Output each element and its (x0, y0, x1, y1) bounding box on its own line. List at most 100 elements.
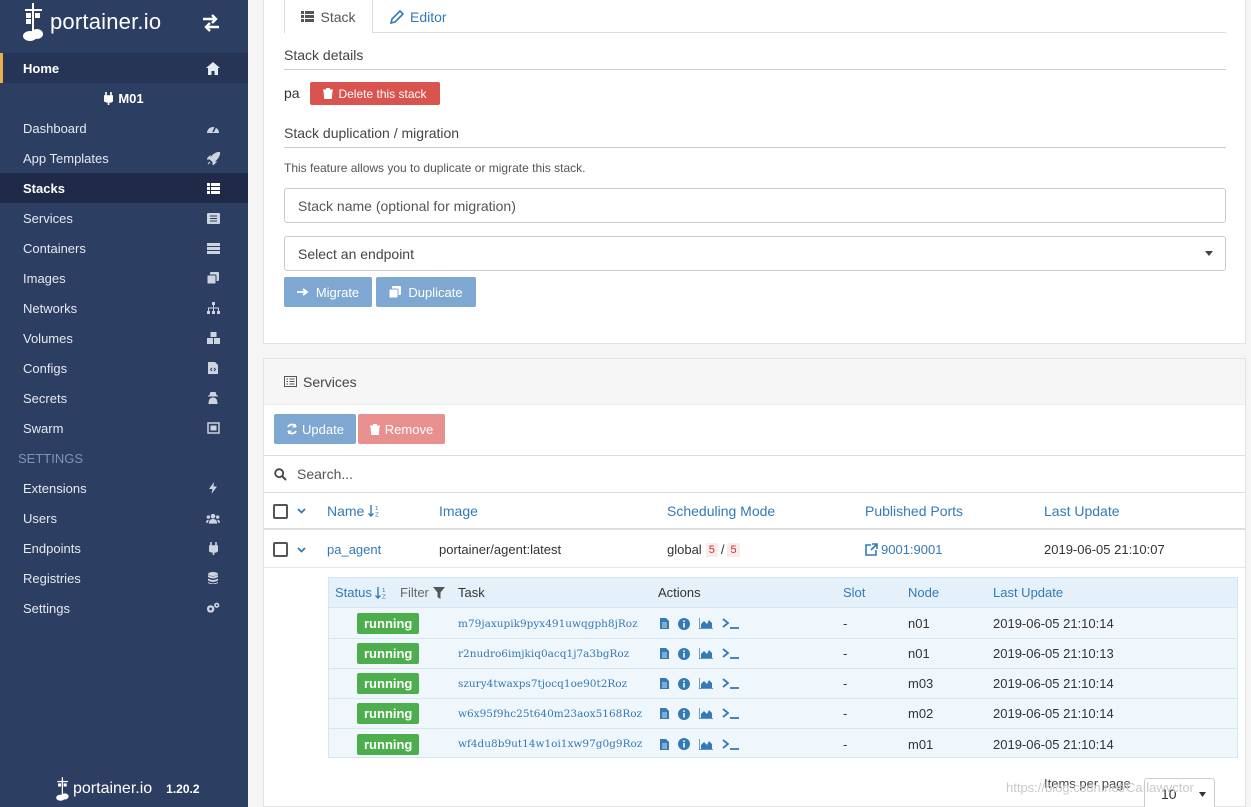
svg-text:1: 1 (382, 588, 386, 594)
sidebar-item-containers[interactable]: Containers (0, 233, 248, 263)
task-node: m01 (908, 736, 934, 752)
info-circle-icon[interactable] (678, 707, 690, 720)
stack-details-title: Stack details (284, 47, 1226, 70)
sidebar-item-secrets[interactable]: Secrets (0, 383, 248, 413)
stack-panel: Stack Editor Stack details pa Delete thi… (263, 0, 1246, 344)
file-text-icon[interactable] (660, 738, 669, 750)
tachometer-icon (206, 121, 220, 135)
sidebar-item-configs[interactable]: Configs (0, 353, 248, 383)
column-slot[interactable]: Slot (843, 578, 865, 607)
duplicate-button[interactable]: Duplicate (376, 277, 476, 307)
status-badge: running (357, 613, 420, 634)
terminal-icon[interactable] (722, 738, 740, 750)
clone-icon (389, 286, 402, 298)
logo-text: portainer.io (50, 9, 162, 34)
update-button[interactable]: Update (274, 414, 356, 444)
search-bar[interactable]: Search... (264, 455, 1245, 493)
users-icon (206, 511, 220, 525)
sidebar-item-volumes[interactable]: Volumes (0, 323, 248, 353)
tab-editor[interactable]: Editor (390, 0, 447, 34)
list-alt-icon (284, 376, 297, 387)
sidebar-item-settings[interactable]: Settings (0, 593, 248, 623)
expand-row-chevron-icon[interactable] (297, 532, 306, 567)
database-icon (206, 571, 220, 585)
exchange-icon[interactable] (201, 14, 221, 32)
column-scheduling-mode[interactable]: Scheduling Mode (667, 494, 775, 528)
sidebar-item-images[interactable]: Images (0, 263, 248, 293)
column-task-last-update[interactable]: Last Update (993, 578, 1063, 607)
service-name-link[interactable]: pa_agent (327, 532, 381, 567)
task-node: m03 (908, 676, 934, 691)
info-circle-icon[interactable] (678, 647, 690, 660)
file-text-icon[interactable] (660, 708, 669, 719)
terminal-icon[interactable] (722, 648, 740, 659)
file-text-icon[interactable] (660, 678, 669, 689)
select-all-checkbox[interactable] (273, 503, 288, 519)
published-port-link[interactable]: 9001:9001 (865, 532, 942, 567)
terminal-icon[interactable] (722, 678, 740, 689)
column-last-update[interactable]: Last Update (1044, 494, 1120, 528)
sidebar-item-dashboard[interactable]: Dashboard (0, 113, 248, 143)
sidebar-item-stacks[interactable]: Stacks (0, 173, 248, 203)
area-chart-icon[interactable] (699, 648, 713, 659)
stack-name-input[interactable]: Stack name (optional for migration) (284, 188, 1226, 223)
expand-all-chevron-icon[interactable] (297, 494, 306, 528)
status-filter[interactable]: Filter (400, 578, 445, 607)
task-id-link[interactable]: w6x95f9hc25t640m23aox5168Roz (458, 699, 642, 728)
file-text-icon[interactable] (660, 618, 669, 629)
column-published-ports[interactable]: Published Ports (865, 494, 963, 528)
sidebar-item-endpoints[interactable]: Endpoints (0, 533, 248, 563)
stack-duplication-title: Stack duplication / migration (284, 125, 1226, 148)
task-row: running wf4du8b9ut14w1oi1xw97g0g9Roz - m… (329, 729, 1237, 759)
brand-logo[interactable]: portainer.io (22, 0, 161, 44)
sidebar-item-swarm[interactable]: Swarm (0, 413, 248, 443)
tab-stack[interactable]: Stack (284, 0, 373, 34)
task-id-link[interactable]: r2nudro6imjkiq0acq1j7a3bgRoz (458, 639, 629, 668)
terminal-icon[interactable] (722, 618, 740, 629)
task-id-link[interactable]: m79jaxupik9pyx491uwqgph8jRoz (458, 609, 638, 638)
search-input[interactable]: Search... (297, 466, 353, 482)
remove-button[interactable]: Remove (358, 414, 445, 444)
info-circle-icon[interactable] (678, 738, 690, 750)
file-text-icon[interactable] (660, 648, 669, 659)
info-circle-icon[interactable] (678, 617, 690, 630)
task-id-link[interactable]: szury4twaxps7tjocq1oe90t2Roz (458, 669, 627, 698)
sidebar-item-networks[interactable]: Networks (0, 293, 248, 323)
column-name[interactable]: Name 1Z (327, 494, 381, 528)
sidebar-item-home[interactable]: Home (0, 53, 248, 83)
th-list-icon (206, 181, 220, 195)
area-chart-icon[interactable] (699, 738, 713, 750)
column-node[interactable]: Node (908, 578, 939, 607)
delete-stack-button[interactable]: Delete this stack (310, 82, 440, 105)
user-secret-icon (206, 391, 220, 405)
column-actions: Actions (658, 585, 701, 600)
sidebar-item-users[interactable]: Users (0, 503, 248, 533)
sidebar-item-extensions[interactable]: Extensions (0, 473, 248, 503)
arrow-right-icon (296, 288, 309, 296)
sidebar-footer: portainer.io 1.20.2 (55, 773, 200, 805)
info-circle-icon[interactable] (678, 677, 690, 690)
migrate-button[interactable]: Migrate (284, 277, 372, 307)
terminal-icon[interactable] (722, 708, 740, 719)
column-status[interactable]: Status 1Z (335, 578, 388, 607)
column-image[interactable]: Image (439, 494, 478, 528)
sitemap-icon (206, 301, 220, 315)
sidebar-item-app-templates[interactable]: App Templates (0, 143, 248, 173)
cogs-icon (206, 601, 220, 615)
clone-icon (206, 271, 220, 285)
sort-alpha-icon: 1Z (374, 586, 386, 599)
row-checkbox[interactable] (273, 542, 288, 557)
area-chart-icon[interactable] (699, 618, 713, 629)
status-badge: running (357, 733, 420, 755)
endpoint-select[interactable]: Select an endpoint (284, 236, 1226, 271)
area-chart-icon[interactable] (699, 678, 713, 689)
area-chart-icon[interactable] (699, 708, 713, 719)
services-table-header: Name 1Z Image Scheduling Mode Published … (264, 494, 1245, 530)
task-actions (660, 669, 740, 698)
sidebar-item-registries[interactable]: Registries (0, 563, 248, 593)
sidebar-item-services[interactable]: Services (0, 203, 248, 233)
bolt-icon (206, 481, 220, 495)
task-row: running szury4twaxps7tjocq1oe90t2Roz - m… (329, 669, 1237, 699)
tasks-table: Status 1Z Filter Task Actions Slot Node … (328, 577, 1238, 758)
task-id-link[interactable]: wf4du8b9ut14w1oi1xw97g0g9Roz (458, 729, 642, 759)
